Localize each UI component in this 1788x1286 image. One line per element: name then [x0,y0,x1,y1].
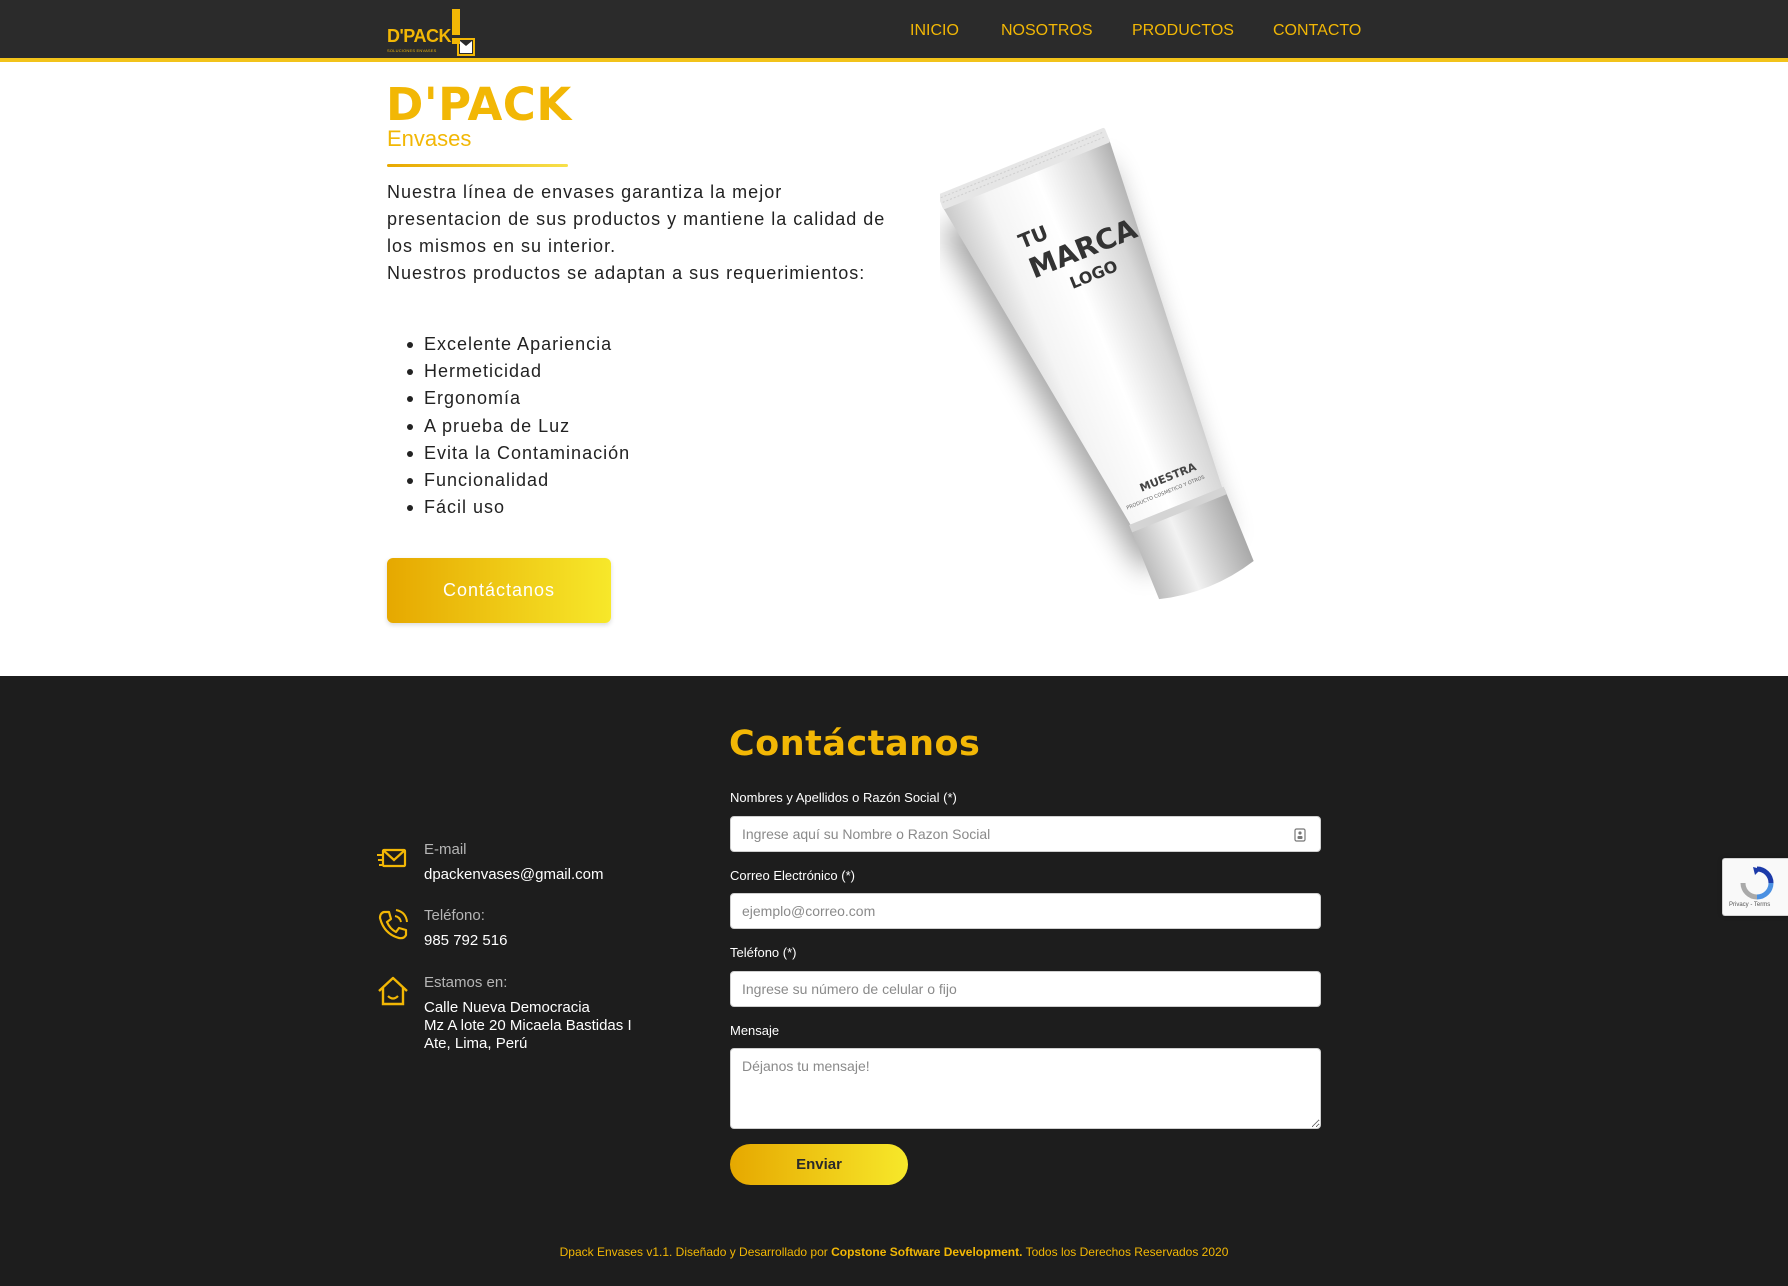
nav-item-productos[interactable]: PRODUCTOS [1132,22,1234,40]
hero-title: D'PACK [386,78,572,131]
message-field-label: Mensaje [730,1023,780,1038]
recaptcha-badge[interactable]: Privacy - Terms [1722,858,1788,916]
nav-item-inicio[interactable]: INICIO [910,22,959,40]
name-field-label: Nombres y Apellidos o Razón Social (*) [730,790,957,805]
feature-item: Evita la Contaminación [406,440,630,467]
hero-subtitle: Envases [387,126,472,151]
phone-icon [378,909,408,940]
message-textarea[interactable] [730,1048,1321,1129]
hero-paragraph-2: Nuestros productos se adaptan a sus requ… [387,263,866,283]
feature-item: Fácil uso [406,494,630,521]
logo-tagline: SOLUCIONES ENVASES [387,48,437,53]
email-field-label: Correo Electrónico (*) [730,868,855,883]
name-input[interactable] [730,816,1321,852]
phone-label: Teléfono: [424,907,485,924]
feature-item: A prueba de Luz [406,413,630,440]
nav-item-nosotros[interactable]: NOSOTROS [1001,22,1093,40]
phone-input[interactable] [730,971,1321,1007]
contact-form-title: Contáctanos [729,724,981,764]
product-tube-image: TU MARCA LOGO MUESTRA PRODUCTO COSMETICO… [940,127,1254,600]
nav-item-contacto[interactable]: CONTACTO [1273,22,1361,40]
recaptcha-links[interactable]: Privacy - Terms [1729,902,1770,908]
title-divider [387,164,568,167]
feature-item: Hermeticidad [406,358,630,385]
features-list: Excelente Apariencia Hermeticidad Ergono… [406,331,630,521]
phone-value[interactable]: 985 792 516 [424,932,507,950]
developer-name: Copstone Software Development. [831,1245,1023,1259]
recaptcha-icon [1740,866,1774,900]
feature-item: Ergonomía [406,385,630,412]
email-label: E-mail [424,841,467,858]
navbar: D'PACK SOLUCIONES ENVASES INICIO NOSOTRO… [0,0,1788,62]
send-button[interactable]: Enviar [730,1144,908,1185]
copyright-text-end: Todos los Derechos Reservados 2020 [1022,1245,1229,1259]
feature-item: Funcionalidad [406,467,630,494]
mail-icon [377,848,407,868]
email-value[interactable]: dpackenvases@gmail.com [424,866,603,884]
address-line: Mz A lote 20 Micaela Bastidas I [424,1017,632,1034]
address-label: Estamos en: [424,974,508,991]
address-line: Ate, Lima, Perú [424,1035,528,1052]
address-line: Calle Nueva Democracia [424,999,590,1016]
copyright-text: Dpack Envases v1.1. Diseñado y Desarroll… [559,1245,832,1259]
footer-copyright: Dpack Envases v1.1. Diseñado y Desarroll… [0,1245,1788,1259]
hero-description: Nuestra línea de envases garantiza la me… [387,179,887,287]
address-value: Calle Nueva Democracia Mz A lote 20 Mica… [424,999,632,1053]
home-icon [378,976,408,1006]
phone-field-label: Teléfono (*) [730,945,797,960]
feature-item: Excelente Apariencia [406,331,630,358]
email-input[interactable] [730,893,1321,929]
hero-paragraph-1: Nuestra línea de envases garantiza la me… [387,182,886,256]
main-nav: INICIO NOSOTROS PRODUCTOS CONTACTO [0,22,1788,46]
autofill-icon[interactable] [1294,828,1306,842]
contact-cta-button[interactable]: Contáctanos [387,558,611,623]
hero-section: D'PACK Envases Nuestra línea de envases … [0,66,1788,676]
contact-section: E-mail dpackenvases@gmail.com Teléfono: … [0,676,1788,1286]
